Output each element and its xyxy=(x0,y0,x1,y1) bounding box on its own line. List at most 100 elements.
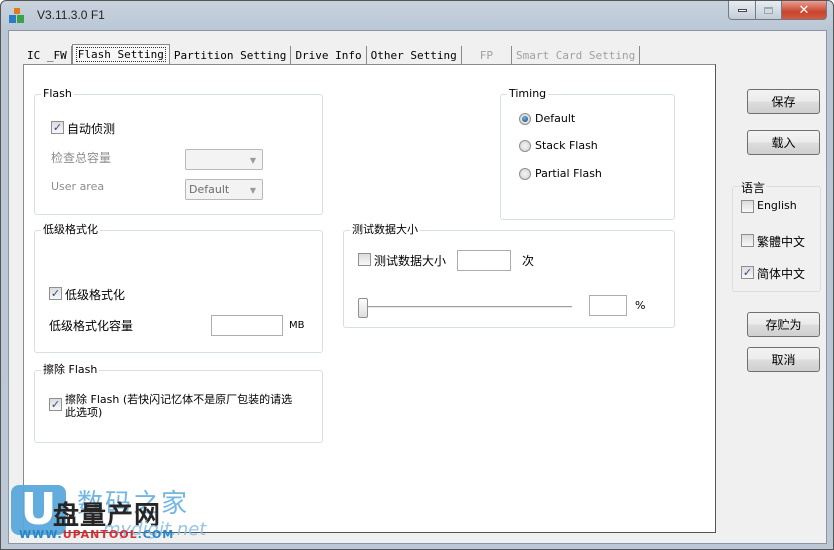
check-icon: ✓ xyxy=(50,398,61,411)
flash-group: Flash ✓ 自动侦测 检查总容量 ▼ User area Default ▼ xyxy=(34,87,323,215)
close-icon: ✕ xyxy=(798,2,810,18)
low-format-label: 低级格式化 xyxy=(65,288,126,302)
save-button[interactable]: 保存 xyxy=(747,89,820,114)
erase-flash-group: 擦除 Flash ✓ 擦除 Flash (若快闪记忆体不是原厂包装的请选 此选项… xyxy=(34,363,323,443)
percent-input[interactable] xyxy=(589,295,627,316)
checkbox-box xyxy=(741,234,754,247)
flash-group-title: Flash xyxy=(41,87,74,101)
tab-drive-info[interactable]: Drive Info xyxy=(291,46,367,64)
flash-setting-panel: Flash ✓ 自动侦测 检查总容量 ▼ User area Default ▼ xyxy=(23,64,716,533)
app-window: V3.11.3.0 F1 ✕ IC _FW Flash Setting Part… xyxy=(0,0,834,550)
radio-label: Partial Flash xyxy=(535,167,602,180)
radio-selected-icon xyxy=(522,115,528,122)
test-data-label: 测试数据大小 xyxy=(374,254,447,268)
tab-partition-setting[interactable]: Partition Setting xyxy=(170,46,292,64)
user-area-combo[interactable]: Default ▼ xyxy=(185,179,263,200)
language-simplified-chinese-checkbox[interactable]: ✓ 简体中文 xyxy=(741,265,805,282)
check-capacity-label: 检查总容量 xyxy=(51,151,112,165)
chevron-down-icon: ▼ xyxy=(249,156,256,165)
tab-label: Partition Setting xyxy=(173,49,287,62)
tab-label: Flash Setting xyxy=(75,47,166,62)
tab-fp[interactable]: FP xyxy=(462,46,513,64)
language-english-checkbox[interactable]: English xyxy=(741,199,797,213)
auto-detect-checkbox[interactable]: ✓ 自动侦测 xyxy=(51,120,115,137)
tab-label: Other Setting xyxy=(370,49,457,62)
watermark-url: WWW.UPANTOOL.COM xyxy=(19,528,174,541)
language-group-title: 语言 xyxy=(740,179,767,196)
check-icon: ✓ xyxy=(50,287,61,300)
save-as-button[interactable]: 存贮为 xyxy=(747,312,820,337)
timing-partial-flash-radio[interactable]: Partial Flash xyxy=(519,167,602,180)
check-capacity-combo[interactable]: ▼ xyxy=(185,149,263,170)
radio-circle xyxy=(519,167,531,180)
checkbox-box: ✓ xyxy=(741,266,754,279)
erase-flash-label: 擦除 Flash (若快闪记忆体不是原厂包装的请选 此选项) xyxy=(65,393,292,419)
tab-strip: IC _FW Flash Setting Partition Setting D… xyxy=(23,44,641,64)
close-button[interactable]: ✕ xyxy=(782,1,827,20)
tab-flash-setting[interactable]: Flash Setting xyxy=(71,44,170,64)
tab-label: Smart Card Setting xyxy=(516,49,636,62)
radio-label: Stack Flash xyxy=(535,139,598,152)
erase-flash-group-title: 擦除 Flash xyxy=(41,363,100,377)
tab-label: FP xyxy=(479,49,494,62)
watermark-logo: U 数码之家 盘量产网 mydigit.net WWW.UPANTOOL.COM xyxy=(7,483,206,549)
cancel-button[interactable]: 取消 xyxy=(747,347,820,372)
percent-unit-label: % xyxy=(635,299,646,312)
tab-other-setting[interactable]: Other Setting xyxy=(367,46,462,64)
test-data-group: 测试数据大小 测试数据大小 次 % xyxy=(343,223,675,328)
tab-ic-fw[interactable]: IC _FW xyxy=(23,46,72,64)
check-icon: ✓ xyxy=(742,266,753,279)
tab-label: IC _FW xyxy=(27,49,67,62)
test-count-input[interactable] xyxy=(457,250,511,271)
checkbox-box: ✓ xyxy=(49,287,62,300)
radio-label: Default xyxy=(535,112,576,125)
title-bar[interactable]: V3.11.3.0 F1 ✕ xyxy=(1,1,833,29)
low-format-capacity-input[interactable] xyxy=(211,315,283,336)
timing-stack-flash-radio[interactable]: Stack Flash xyxy=(519,139,598,152)
language-label: 繁體中文 xyxy=(757,235,806,249)
load-button[interactable]: 载入 xyxy=(747,130,820,155)
timing-group: Timing Default Stack Flash Partial Flash xyxy=(500,87,675,220)
checkbox-box xyxy=(741,200,754,213)
tab-label: Drive Info xyxy=(295,49,362,62)
test-data-slider-thumb[interactable] xyxy=(358,298,368,318)
auto-detect-label: 自动侦测 xyxy=(67,122,116,136)
check-icon: ✓ xyxy=(52,121,63,134)
window-title: V3.11.3.0 F1 xyxy=(37,8,105,22)
low-format-group: 低级格式化 ✓ 低级格式化 低级格式化容量 MB xyxy=(34,223,323,353)
erase-flash-label-line1: 擦除 Flash (若快闪记忆体不是原厂包装的请选 xyxy=(65,393,293,406)
watermark-url-part: .COM xyxy=(137,528,175,541)
test-data-slider-track[interactable] xyxy=(362,306,572,309)
watermark-url-part: WWW. xyxy=(19,528,63,541)
minimize-icon xyxy=(737,8,747,12)
test-data-group-title: 测试数据大小 xyxy=(350,223,420,237)
app-icon xyxy=(9,8,25,23)
low-format-capacity-label: 低级格式化容量 xyxy=(49,319,134,333)
watermark-url-part: UPANTOOL xyxy=(62,528,138,541)
checkbox-box: ✓ xyxy=(51,121,64,134)
tab-smart-card-setting[interactable]: Smart Card Setting xyxy=(512,46,641,64)
language-traditional-chinese-checkbox[interactable]: 繁體中文 xyxy=(741,233,805,250)
combo-value: Default xyxy=(189,183,230,196)
maximize-icon xyxy=(764,6,773,14)
maximize-button[interactable] xyxy=(756,1,782,20)
language-label: 简体中文 xyxy=(757,267,806,281)
count-unit-label: 次 xyxy=(522,254,535,268)
checkbox-box: ✓ xyxy=(49,398,62,411)
minimize-button[interactable] xyxy=(728,1,756,20)
client-area: IC _FW Flash Setting Partition Setting D… xyxy=(8,30,827,544)
low-format-group-title: 低级格式化 xyxy=(41,223,100,237)
user-area-label: User area xyxy=(51,180,105,193)
radio-circle xyxy=(519,112,531,125)
test-data-checkbox[interactable]: 测试数据大小 xyxy=(358,252,446,269)
erase-flash-checkbox[interactable]: ✓ 擦除 Flash (若快闪记忆体不是原厂包装的请选 此选项) xyxy=(49,393,292,419)
checkbox-box xyxy=(358,253,371,266)
mb-unit-label: MB xyxy=(289,320,305,331)
low-format-checkbox[interactable]: ✓ 低级格式化 xyxy=(49,286,125,303)
timing-default-radio[interactable]: Default xyxy=(519,112,575,125)
timing-group-title: Timing xyxy=(507,87,549,101)
radio-circle xyxy=(519,139,531,152)
chevron-down-icon: ▼ xyxy=(249,186,256,195)
erase-flash-label-line2: 此选项) xyxy=(65,406,103,419)
language-label: English xyxy=(757,199,797,212)
